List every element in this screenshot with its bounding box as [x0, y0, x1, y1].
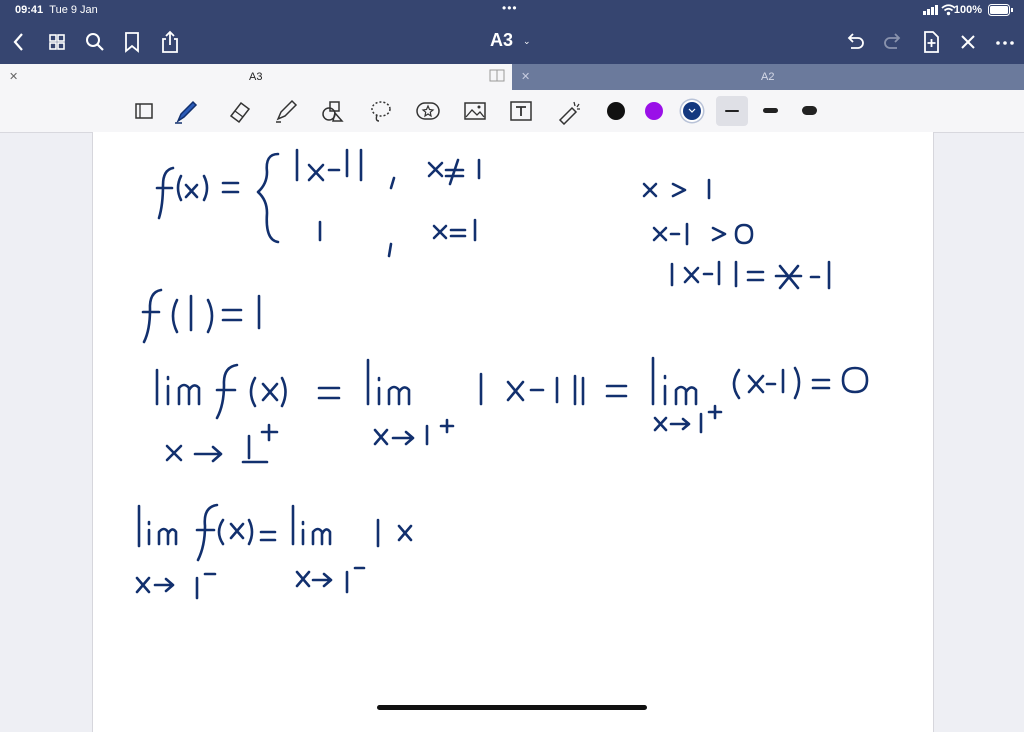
stroke-width-thick[interactable]	[802, 106, 817, 115]
image-tool-icon[interactable]	[461, 97, 489, 125]
color-purple-swatch[interactable]	[645, 102, 663, 120]
signal-icon	[923, 5, 938, 15]
share-icon[interactable]	[157, 29, 183, 55]
bookmark-icon[interactable]	[119, 29, 145, 55]
battery-percent: 100%	[953, 4, 982, 16]
highlighter-tool-icon[interactable]	[272, 97, 300, 125]
shapes-tool-icon[interactable]	[318, 97, 346, 125]
tab-bar: ✕ A3 ✕ A2	[0, 64, 1024, 90]
close-icon[interactable]	[955, 29, 981, 55]
drawing-toolbar	[0, 90, 1024, 194]
laser-pointer-tool-icon[interactable]	[555, 97, 583, 125]
split-view-icon[interactable]	[489, 69, 505, 83]
multitasking-dots-icon[interactable]: •••	[502, 1, 518, 15]
sticker-tool-icon[interactable]	[414, 97, 442, 125]
stroke-width-medium[interactable]	[763, 108, 778, 113]
handwritten-notes	[135, 148, 869, 600]
chevron-down-icon	[688, 108, 696, 113]
back-chevron-icon[interactable]	[6, 29, 32, 55]
stroke-width-thin[interactable]	[716, 96, 748, 126]
stroke-thin-icon	[725, 110, 739, 112]
page-tool-icon[interactable]	[131, 97, 159, 125]
tab-label: A3	[249, 71, 263, 83]
battery-icon	[988, 4, 1013, 16]
eraser-tool-icon[interactable]	[226, 97, 254, 125]
document-title[interactable]: A3	[490, 30, 513, 51]
grid-view-icon[interactable]	[44, 29, 70, 55]
redo-icon[interactable]	[880, 29, 906, 55]
search-icon[interactable]	[82, 29, 108, 55]
status-bar: 09:41 Tue 9 Jan ••• 100%	[0, 0, 1024, 20]
home-indicator[interactable]	[377, 705, 647, 710]
title-chevron-down-icon[interactable]: ⌄	[523, 36, 531, 47]
status-time: 09:41 Tue 9 Jan	[15, 4, 98, 16]
pen-tool-icon[interactable]	[172, 97, 200, 125]
text-tool-icon[interactable]	[507, 97, 535, 125]
more-icon[interactable]	[992, 29, 1018, 55]
undo-icon[interactable]	[842, 29, 868, 55]
tab-close-icon[interactable]: ✕	[521, 70, 530, 83]
tab-a3[interactable]: ✕ A3	[0, 64, 512, 90]
color-black-swatch[interactable]	[607, 102, 625, 120]
tab-a2[interactable]: ✕ A2	[512, 64, 1024, 90]
navigation-bar: A3 ⌄	[0, 20, 1024, 64]
notebook-page[interactable]	[92, 132, 934, 732]
tab-close-icon[interactable]: ✕	[9, 70, 18, 83]
lasso-tool-icon[interactable]	[367, 97, 395, 125]
add-page-icon[interactable]	[918, 29, 944, 55]
tab-label: A2	[761, 71, 775, 83]
